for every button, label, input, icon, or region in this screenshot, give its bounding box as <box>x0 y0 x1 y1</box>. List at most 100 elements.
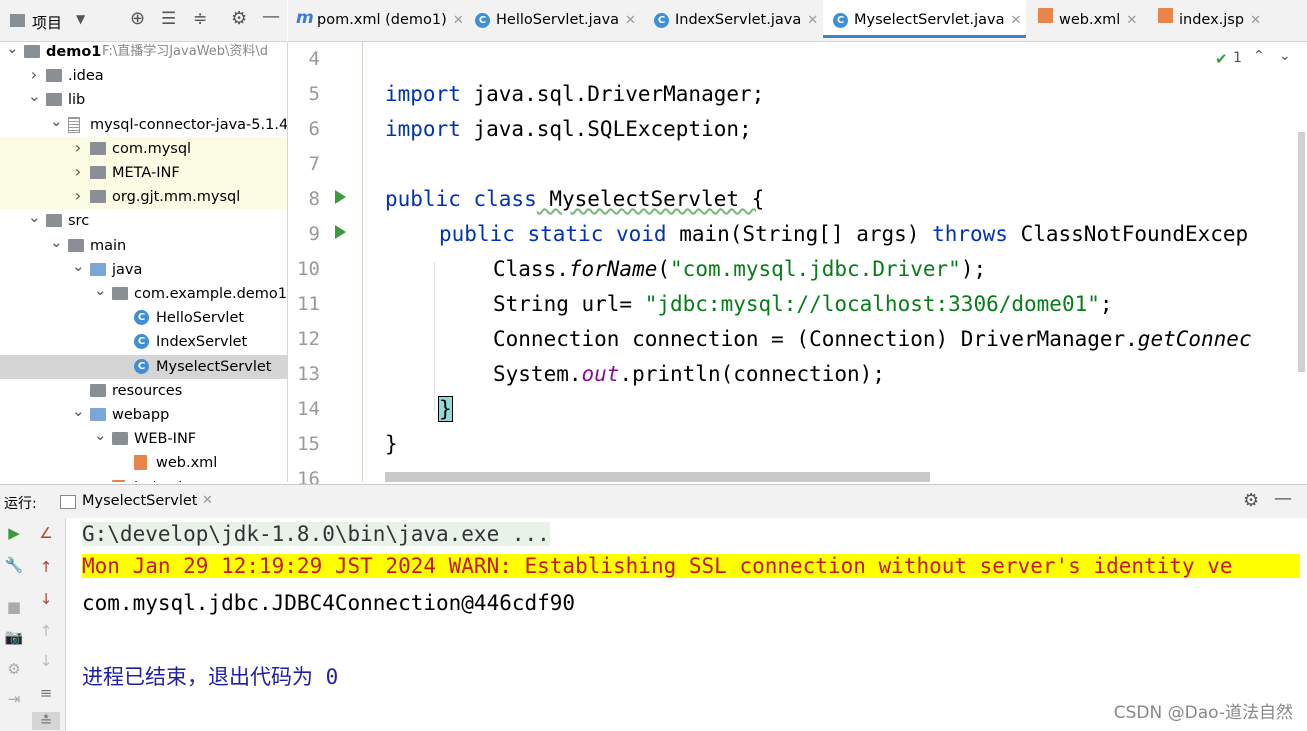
wrench-icon[interactable]: 🔧 <box>0 556 28 574</box>
tree-item[interactable]: ⌄ java <box>0 258 287 282</box>
chevron-down-icon[interactable]: ⌄ <box>28 88 41 112</box>
chevron-right-icon[interactable]: › <box>72 185 84 209</box>
collapse-all-icon[interactable]: ☰ <box>161 9 176 29</box>
tree-item[interactable]: ⌄ src <box>0 209 287 233</box>
exit-icon[interactable]: ⇥ <box>0 690 28 708</box>
chevron-down-icon[interactable]: ⌄ <box>72 258 85 282</box>
tab-2[interactable]: C IndexServlet.java ✕ <box>644 0 819 41</box>
close-tab-icon[interactable]: ✕ <box>1250 13 1261 28</box>
settings-icon[interactable]: ⚙ <box>0 660 28 678</box>
tree-item[interactable]: ⌄ com.example.demo1 <box>0 282 287 306</box>
chevron-down-icon[interactable]: ⌄ <box>50 234 63 258</box>
scroll-to-end-icon[interactable]: ≛ <box>32 712 60 730</box>
minimize-icon[interactable]: — <box>1274 488 1292 509</box>
chevron-down-icon[interactable]: ⌄ <box>28 209 41 233</box>
run-gutter-icon[interactable] <box>335 225 346 239</box>
tree-item[interactable]: C MyselectServlet <box>0 354 287 379</box>
chevron-down-icon[interactable]: ⌄ <box>72 403 85 427</box>
close-tab-icon[interactable]: ✕ <box>1010 13 1021 28</box>
code-line-10: Class.forName("com.mysql.jdbc.Driver"); <box>493 257 987 281</box>
tab-0[interactable]: m pom.xml (demo1) ✕ <box>286 0 464 41</box>
code-editor[interactable]: ✔ 1 ⌃ ⌄ import java.sql.DriverManager; i… <box>362 42 1307 482</box>
rerun-icon[interactable]: ▶ <box>0 524 28 542</box>
project-panel-title[interactable]: 项目 <box>32 12 62 33</box>
arrow-up-icon[interactable]: ↑ <box>32 558 60 576</box>
chevron-down-icon[interactable]: ⌄ <box>94 427 107 451</box>
tree-item[interactable]: C IndexServlet <box>0 330 287 354</box>
arrow-up-disabled-icon[interactable]: ↑ <box>32 622 60 640</box>
tree-item[interactable]: resources <box>0 379 287 403</box>
tree-item[interactable]: › org.gjt.mm.mysql <box>0 185 287 210</box>
line-number: 11 <box>297 293 320 315</box>
chevron-right-icon[interactable]: › <box>28 64 40 88</box>
tree-item[interactable]: ⌄ lib <box>0 88 287 112</box>
soft-wrap-icon[interactable]: ≡ <box>32 684 60 702</box>
run-gutter-icon[interactable] <box>335 190 346 204</box>
previous-highlight-icon[interactable]: ⌃ <box>1253 48 1265 64</box>
jsp-file-icon <box>112 479 125 482</box>
tab-5[interactable]: index.jsp ✕ <box>1148 0 1263 41</box>
tree-item-label: HelloServlet <box>156 310 245 327</box>
line-number: 10 <box>297 258 320 280</box>
expand-all-icon[interactable]: ≑ <box>193 9 207 29</box>
next-highlight-icon[interactable]: ⌄ <box>1279 48 1291 64</box>
gear-icon[interactable]: ⚙ <box>1243 490 1259 511</box>
close-tab-icon[interactable]: ✕ <box>202 493 213 508</box>
minimize-icon[interactable]: — <box>262 6 280 27</box>
tree-item-label: META-INF <box>112 165 180 181</box>
pin-icon[interactable]: ∠ <box>32 524 60 542</box>
vertical-scrollbar[interactable] <box>1298 132 1305 372</box>
horizontal-scrollbar[interactable] <box>385 472 930 482</box>
chevron-down-icon[interactable]: ⌄ <box>94 282 107 306</box>
chevron-down-icon[interactable]: ⌄ <box>6 42 19 64</box>
console-command-line: G:\develop\jdk-1.8.0\bin\java.exe ... <box>82 522 550 546</box>
locate-icon[interactable]: ⊕ <box>130 8 145 29</box>
tree-item[interactable]: index.jsp <box>0 476 287 482</box>
folder-icon <box>90 166 106 179</box>
camera-icon[interactable]: 📷 <box>0 628 28 646</box>
web-folder-icon <box>90 408 106 421</box>
tree-item[interactable]: › .idea <box>0 64 287 88</box>
package-icon <box>112 287 128 300</box>
class-icon: C <box>134 310 149 326</box>
arrow-down-icon[interactable]: ↓ <box>32 590 60 608</box>
close-tab-icon[interactable]: ✕ <box>807 13 818 28</box>
resources-folder-icon <box>90 383 106 397</box>
tree-item[interactable]: › META-INF <box>0 161 287 185</box>
tab-label: IndexServlet.java <box>675 12 802 28</box>
code-line-6: import java.sql.SQLException; <box>385 117 752 141</box>
tree-item[interactable]: ⌄ mysql-connector-java-5.1.47 <box>0 113 287 137</box>
line-number: 7 <box>308 153 320 175</box>
inspection-ok-icon[interactable]: ✔ <box>1215 50 1228 68</box>
gear-icon[interactable]: ⚙ <box>231 8 247 29</box>
tab-3[interactable]: C MyselectServlet.java ✕ <box>823 0 1026 38</box>
tab-4[interactable]: web.xml ✕ <box>1028 0 1146 41</box>
close-tab-icon[interactable]: ✕ <box>625 13 636 28</box>
tree-item-label: com.example.demo1 <box>134 286 287 302</box>
tree-item[interactable]: ⌄ webapp <box>0 403 287 427</box>
close-tab-icon[interactable]: ✕ <box>1126 13 1137 28</box>
chevron-right-icon[interactable]: › <box>72 137 84 161</box>
tab-1[interactable]: C HelloServlet.java ✕ <box>465 0 640 41</box>
tree-item[interactable]: › com.mysql <box>0 136 287 161</box>
watermark: CSDN @Dao-道法自然 <box>1113 703 1293 723</box>
line-number: 6 <box>308 118 320 140</box>
line-number: 13 <box>297 363 320 385</box>
chevron-down-icon[interactable]: ⌄ <box>50 113 63 137</box>
tree-item[interactable]: ⌄ WEB-INF <box>0 427 287 451</box>
tree-item-label: lib <box>68 92 86 109</box>
tree-item[interactable]: ⌄ demo1 F:\直播学习JavaWeb\资料\d <box>0 42 287 64</box>
stop-icon[interactable]: ■ <box>0 598 28 616</box>
chevron-right-icon[interactable]: › <box>72 161 84 185</box>
tree-item[interactable]: C HelloServlet <box>0 306 287 330</box>
project-view-icon[interactable] <box>10 14 25 27</box>
close-tab-icon[interactable]: ✕ <box>453 13 464 28</box>
project-tree: ⌄ demo1 F:\直播学习JavaWeb\资料\d › .idea ⌄ lib ⌄ mysq… <box>0 42 288 482</box>
run-tab[interactable]: MyselectServlet <box>82 493 197 509</box>
tab-label: index.jsp <box>1179 12 1245 28</box>
tree-item[interactable]: web.xml <box>0 451 287 475</box>
arrow-down-disabled-icon[interactable]: ↓ <box>32 652 60 670</box>
tree-item[interactable]: ⌄ main <box>0 234 287 258</box>
chevron-down-icon[interactable]: ▼ <box>76 12 85 26</box>
inspection-count[interactable]: 1 <box>1233 50 1242 66</box>
